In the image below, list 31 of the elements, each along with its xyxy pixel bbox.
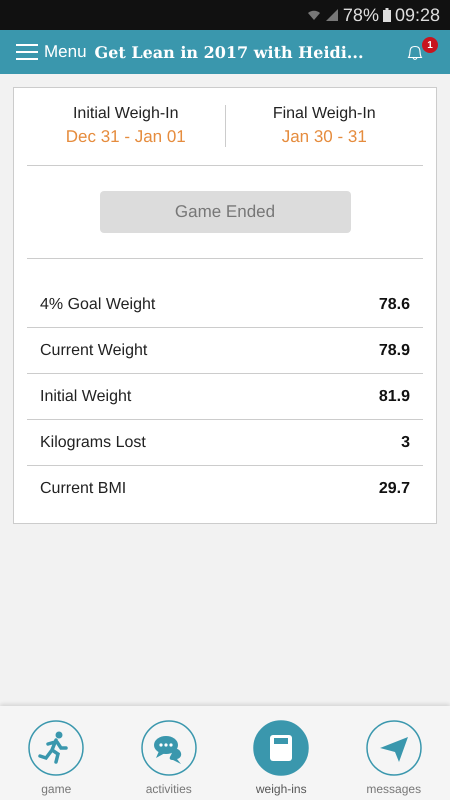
stat-label: Current Weight: [40, 342, 148, 360]
wifi-icon: [306, 8, 321, 22]
menu-button[interactable]: Menu: [16, 42, 87, 62]
battery-percent: 78%: [342, 4, 379, 26]
weigh-in-label: Final Weigh-In: [272, 105, 376, 123]
notification-badge: 1: [422, 37, 438, 53]
paper-plane-icon: [366, 720, 422, 776]
stat-value: 3: [401, 434, 410, 452]
nav-tab[interactable]: messages: [348, 720, 439, 796]
stat-label: Initial Weight: [40, 388, 132, 406]
stat-label: 4% Goal Weight: [40, 296, 156, 314]
app-title: Get Lean in 2017 with Heidi...: [94, 42, 365, 62]
weigh-in-label: Initial Weigh-In: [72, 105, 179, 123]
nav-tab[interactable]: weigh-ins: [236, 720, 326, 796]
scale-icon: [253, 720, 310, 776]
nav-tab[interactable]: activities: [124, 720, 214, 796]
runner-icon: [28, 720, 84, 776]
stat-value: 78.9: [378, 342, 410, 360]
menu-icon: [16, 43, 38, 61]
stat-value: 78.6: [378, 296, 410, 314]
weigh-in-dates: Jan 30 - 31: [282, 127, 367, 147]
clock: 09:28: [394, 4, 440, 26]
battery-icon: [382, 8, 391, 22]
nav-tab[interactable]: game: [11, 720, 102, 796]
stat-value: 81.9: [378, 388, 410, 406]
stat-label: Kilograms Lost: [40, 434, 146, 452]
stat-value: 29.7: [378, 480, 410, 498]
chat-bubbles-icon: [140, 720, 197, 776]
weigh-in-dates: Dec 31 - Jan 01: [66, 127, 186, 147]
stat-label: Current BMI: [40, 480, 126, 498]
signal-icon: [324, 8, 339, 22]
